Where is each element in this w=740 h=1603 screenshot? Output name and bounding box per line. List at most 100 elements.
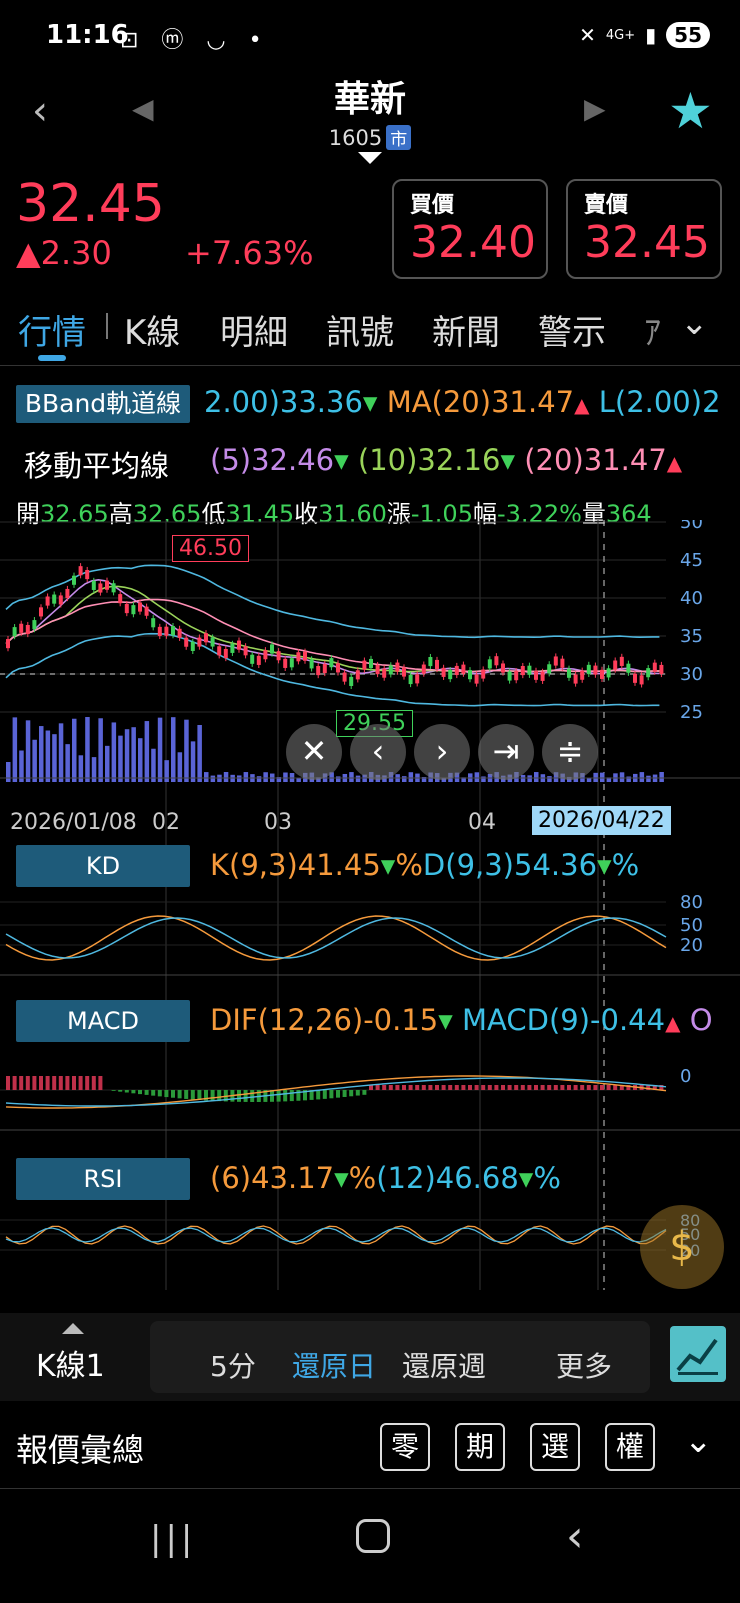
y-tick-label: 25 <box>680 702 703 723</box>
macd-hist <box>190 1090 195 1100</box>
macd-hist <box>197 1090 202 1100</box>
volume-bar <box>118 735 123 782</box>
collapse-icon[interactable]: ≑ <box>542 724 598 780</box>
y-tick-label: 40 <box>680 588 703 609</box>
candle-body <box>19 623 24 633</box>
chevron-left-icon[interactable]: ‹ <box>350 724 406 780</box>
macd-hist <box>382 1085 387 1090</box>
coin-float-icon[interactable]: $ <box>640 1205 724 1289</box>
macd-hist <box>441 1085 446 1090</box>
warrants-button[interactable]: 權 <box>605 1423 655 1471</box>
clock: 11:16 <box>46 20 129 50</box>
macd-hist <box>560 1085 565 1090</box>
chevron-right-icon[interactable]: › <box>414 724 470 780</box>
skip-end-icon[interactable]: ⇥ <box>478 724 534 780</box>
k-line <box>5 915 667 961</box>
period-adj-week[interactable]: 還原週 <box>402 1345 486 1385</box>
volume-bar <box>646 775 651 782</box>
chevron-down-icon[interactable]: ⌄ <box>684 1421 713 1461</box>
period-more[interactable]: 更多 <box>556 1345 612 1385</box>
stock-code-row[interactable]: 1605 市 <box>0 125 740 150</box>
up-arrow-icon: ▲ <box>666 451 683 475</box>
volume-bar <box>131 727 136 782</box>
macd-hist <box>336 1090 340 1098</box>
tab-more-partial[interactable]: ｱ <box>644 305 661 354</box>
macd-hist <box>171 1090 175 1098</box>
rsi-label[interactable]: RSI <box>16 1158 190 1200</box>
down-arrow-icon: ▾ <box>518 1161 534 1195</box>
candle-body <box>65 588 70 599</box>
macd-hist <box>487 1085 492 1090</box>
kline-selector[interactable]: K線1 <box>36 1341 105 1385</box>
macd-hist <box>98 1076 103 1090</box>
status-bar: 11:16 ⊡ ⓜ ◡ • ✕ 4G+ ▮ 55 <box>0 0 740 74</box>
ask-box[interactable]: 賣價 32.45 <box>566 179 722 279</box>
tab-news[interactable]: 新聞 <box>432 305 500 354</box>
macd-hist <box>514 1085 519 1090</box>
macd-hist <box>362 1090 367 1095</box>
macd-hist <box>157 1090 162 1097</box>
candle-body <box>547 664 552 674</box>
down-arrow-icon: ▾ <box>380 848 396 882</box>
tab-quote[interactable]: 行情 <box>18 305 86 354</box>
ask-label: 賣價 <box>584 193 629 218</box>
tab-kline[interactable]: K線 <box>124 305 180 354</box>
volume-bar <box>408 772 414 782</box>
star-icon[interactable]: ★ <box>668 82 713 140</box>
options-button[interactable]: 選 <box>530 1423 580 1471</box>
candle-body <box>388 665 393 675</box>
bid-box[interactable]: 買價 32.40 <box>392 179 548 279</box>
macd-hist <box>329 1090 334 1099</box>
volume-bar <box>243 772 249 782</box>
volume-bar <box>111 722 117 782</box>
candle-body <box>171 626 175 636</box>
tab-signal[interactable]: 訊號 <box>326 305 394 354</box>
chevron-down-icon[interactable]: ⌄ <box>680 303 709 343</box>
caret-up-icon[interactable] <box>62 1323 84 1334</box>
bid-value: 32.40 <box>410 217 536 268</box>
summary-title[interactable]: 報價彙總 <box>16 1425 144 1471</box>
ma-label[interactable]: 移動平均線 <box>24 443 169 485</box>
candle-body <box>349 676 354 686</box>
tab-detail[interactable]: 明細 <box>220 305 288 354</box>
volume-bar <box>6 762 11 782</box>
stock-code: 1605 <box>328 126 383 150</box>
tab-separator <box>0 365 740 366</box>
period-5min[interactable]: 5分 <box>210 1345 256 1385</box>
macd-hist <box>45 1076 50 1090</box>
futures-button[interactable]: 期 <box>455 1423 505 1471</box>
macd-hist <box>573 1085 578 1090</box>
volume-bar <box>204 772 209 782</box>
recent-apps-icon[interactable]: ||| <box>150 1519 196 1559</box>
dropdown-caret-icon[interactable] <box>358 152 382 164</box>
volume-bar <box>157 717 163 782</box>
macd-label[interactable]: MACD <box>16 1000 190 1042</box>
kd-label[interactable]: KD <box>16 845 190 887</box>
bband-label[interactable]: BBand軌道線 <box>16 385 190 423</box>
next-stock-icon[interactable]: ▶ <box>584 92 606 125</box>
macd-hist <box>39 1076 43 1090</box>
macd-hist <box>402 1085 406 1090</box>
volume-bar <box>25 720 31 782</box>
macd-value: MACD(9)-0.44 <box>462 1003 666 1037</box>
odd-lot-button[interactable]: 零 <box>380 1423 430 1471</box>
candle-body <box>250 654 255 664</box>
stock-name[interactable]: 華新 <box>0 70 740 122</box>
mute-icon: ✕ <box>579 23 596 47</box>
macd-hist <box>316 1090 321 1100</box>
macd-hist <box>395 1085 400 1090</box>
bband-ma: MA(20)31.47 <box>386 385 575 419</box>
volume-bar <box>32 739 37 782</box>
period-adj-day[interactable]: 還原日 <box>292 1345 376 1385</box>
tab-divider <box>106 313 108 339</box>
tab-bar: 行情 K線 明細 訊號 新聞 警示 ｱ ⌄ <box>0 303 740 365</box>
tab-alert[interactable]: 警示 <box>538 305 606 354</box>
candle-body <box>659 664 664 675</box>
back-icon[interactable]: ‹ <box>566 1511 584 1562</box>
home-icon[interactable] <box>356 1519 390 1553</box>
d-value: D(9,3)54.36 <box>422 848 598 882</box>
chart-type-icon[interactable] <box>670 1326 726 1382</box>
close-icon[interactable]: ✕ <box>286 724 342 780</box>
candle-body <box>408 674 413 685</box>
candle-body <box>494 656 499 666</box>
